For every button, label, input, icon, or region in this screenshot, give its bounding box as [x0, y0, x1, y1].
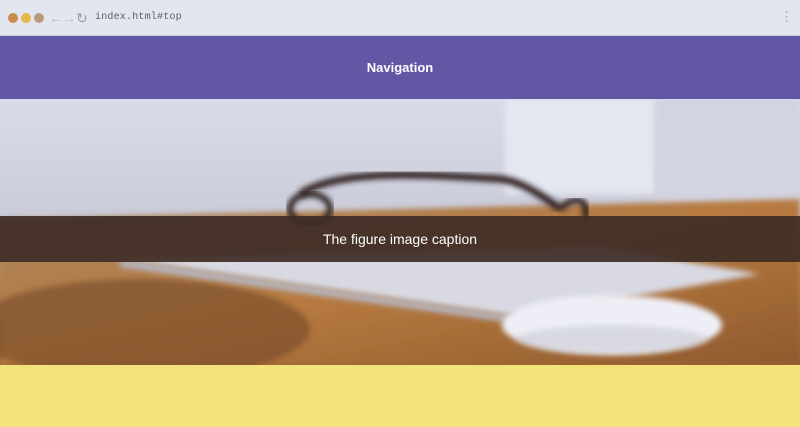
content-section	[0, 365, 800, 427]
browser-toolbar: ← → ↻ index.html#top ⋮	[0, 0, 800, 36]
window-close-button[interactable]	[8, 13, 18, 23]
hero-figure: The figure image caption	[0, 99, 800, 365]
figure-caption: The figure image caption	[322, 231, 478, 247]
address-bar[interactable]: index.html#top	[95, 9, 182, 27]
navigation-title: Navigation	[366, 60, 434, 75]
window-maximize-button[interactable]	[34, 13, 44, 23]
back-arrow-icon[interactable]: ←	[49, 9, 63, 27]
reload-icon[interactable]: ↻	[76, 9, 88, 27]
window-minimize-button[interactable]	[21, 13, 31, 23]
kebab-menu-icon[interactable]: ⋮	[780, 8, 793, 26]
forward-arrow-icon[interactable]: →	[62, 9, 76, 27]
navigation-bar: Navigation	[0, 36, 800, 99]
figure-caption-bar: The figure image caption	[0, 216, 800, 262]
